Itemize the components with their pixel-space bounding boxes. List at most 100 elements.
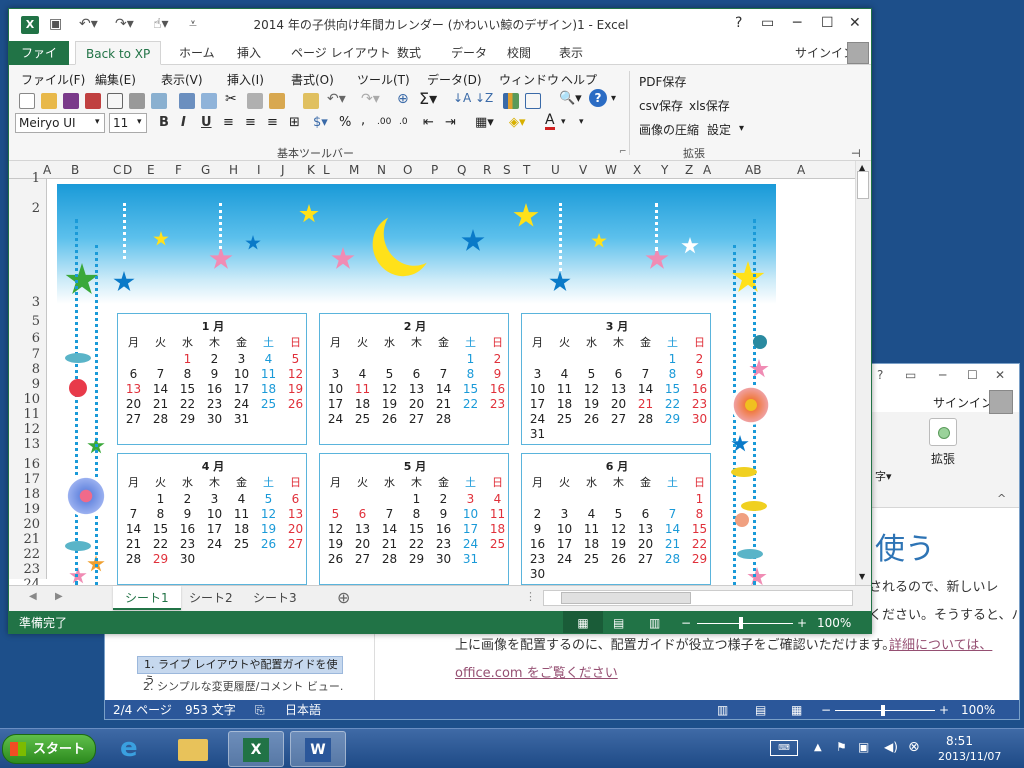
day-cell[interactable]: 21 (120, 537, 147, 551)
scroll-down-icon[interactable]: ▼ (859, 572, 865, 581)
day-cell[interactable]: 10 (228, 367, 255, 381)
day-cell[interactable]: 28 (659, 552, 686, 566)
day-cell[interactable]: 15 (686, 522, 713, 536)
permission-icon[interactable] (85, 93, 101, 109)
day-cell[interactable]: 22 (147, 537, 174, 551)
page-layout-icon[interactable]: ▤ (613, 611, 624, 633)
row-header[interactable]: 13 (23, 437, 40, 452)
day-cell[interactable]: 17 (201, 522, 228, 536)
day-cell[interactable]: 24 (228, 397, 255, 411)
day-cell[interactable]: 28 (120, 552, 147, 566)
day-cell[interactable]: 9 (174, 507, 201, 521)
day-cell[interactable]: 9 (430, 507, 457, 521)
spelling-icon[interactable] (179, 93, 195, 109)
day-cell[interactable]: 12 (255, 507, 282, 521)
day-cell[interactable]: 22 (659, 397, 686, 411)
zoom-slider-thumb[interactable] (881, 705, 885, 716)
day-cell[interactable]: 18 (255, 382, 282, 396)
day-cell[interactable]: 26 (578, 412, 605, 426)
touch-mode-icon[interactable]: ☝▾ (153, 16, 169, 32)
day-cell[interactable]: 18 (578, 537, 605, 551)
day-cell[interactable]: 28 (147, 412, 174, 426)
print-icon[interactable] (129, 93, 145, 109)
zoom-slider-thumb[interactable] (739, 617, 743, 629)
col-header[interactable]: E (147, 163, 155, 177)
day-cell[interactable]: 12 (605, 522, 632, 536)
day-cell[interactable]: 3 (322, 367, 349, 381)
col-header[interactable]: Q (457, 163, 466, 177)
minimize-icon[interactable]: ─ (793, 15, 801, 31)
doc-link-office[interactable]: office.com をご覧ください (455, 662, 618, 681)
menu-help[interactable]: ヘルプ (561, 71, 597, 88)
day-cell[interactable]: 31 (457, 552, 484, 566)
row-header[interactable]: 7 (32, 347, 40, 362)
day-cell[interactable]: 16 (686, 382, 713, 396)
day-cell[interactable]: 28 (376, 552, 403, 566)
excel-logo-icon[interactable]: X (21, 16, 39, 34)
day-cell[interactable]: 10 (551, 522, 578, 536)
day-cell[interactable]: 7 (659, 507, 686, 521)
word-zoom-level[interactable]: 100% (961, 700, 995, 719)
day-cell[interactable]: 10 (457, 507, 484, 521)
ribbon-display-icon[interactable]: ▭ (905, 368, 916, 382)
open-folder-icon[interactable] (41, 93, 57, 109)
day-cell[interactable]: 7 (120, 507, 147, 521)
help-icon[interactable]: ? (877, 368, 883, 382)
align-left-icon[interactable]: ≡ (223, 115, 234, 130)
email-icon[interactable] (107, 93, 123, 109)
excel-window[interactable]: 2014 年の子供向け年間カレンダー (かわいい鯨のデザイン)1 - Excel… (8, 8, 872, 634)
day-cell[interactable]: 7 (147, 367, 174, 381)
row-header[interactable]: 3 (32, 295, 40, 310)
excel-taskbar-button[interactable]: X (228, 731, 284, 767)
day-cell[interactable]: 9 (686, 367, 713, 381)
ruby-icon[interactable]: 字▾ (875, 468, 892, 484)
borders-icon[interactable]: ▦▾ (475, 115, 494, 130)
day-cell[interactable]: 23 (174, 537, 201, 551)
font-name-chevron-icon[interactable]: ▾ (95, 117, 100, 127)
save-icon[interactable]: ▣ (49, 16, 62, 32)
day-cell[interactable]: 5 (255, 492, 282, 506)
currency-icon[interactable]: $▾ (313, 115, 328, 130)
day-cell[interactable]: 26 (322, 552, 349, 566)
day-cell[interactable]: 11 (255, 367, 282, 381)
day-cell[interactable]: 27 (282, 537, 309, 551)
bold-button[interactable]: B (159, 115, 169, 130)
tab-file[interactable]: ファイル (9, 41, 69, 84)
day-cell[interactable]: 14 (120, 522, 147, 536)
menu-file[interactable]: ファイル(F) (21, 71, 85, 88)
day-cell[interactable]: 23 (201, 397, 228, 411)
col-header[interactable]: Z (685, 163, 693, 177)
day-cell[interactable]: 12 (282, 367, 309, 381)
row-header[interactable]: 17 (23, 472, 40, 487)
comma-icon[interactable]: , (361, 113, 365, 128)
align-right-icon[interactable]: ≡ (267, 115, 278, 130)
pin-ribbon-icon[interactable]: ⊣ (851, 147, 861, 160)
prev-sheet-icon[interactable]: ◀ (29, 591, 37, 602)
menu-tools[interactable]: ツール(T) (357, 71, 410, 88)
day-cell[interactable]: 1 (403, 492, 430, 506)
day-cell[interactable]: 7 (430, 367, 457, 381)
font-color-chevron-icon[interactable]: ▾ (561, 117, 566, 127)
day-cell[interactable]: 25 (349, 412, 376, 426)
toolbar-options-icon[interactable]: ▾ (579, 117, 584, 127)
col-header[interactable]: N (377, 163, 386, 177)
day-cell[interactable]: 24 (322, 412, 349, 426)
day-cell[interactable]: 12 (578, 382, 605, 396)
col-header[interactable]: U (551, 163, 560, 177)
day-cell[interactable]: 14 (147, 382, 174, 396)
day-cell[interactable]: 1 (457, 352, 484, 366)
day-cell[interactable]: 31 (524, 427, 551, 441)
day-cell[interactable]: 3 (457, 492, 484, 506)
day-cell[interactable]: 14 (430, 382, 457, 396)
sort-asc-icon[interactable]: ↓A (453, 91, 471, 105)
day-cell[interactable]: 17 (524, 397, 551, 411)
day-cell[interactable]: 8 (686, 507, 713, 521)
merge-center-icon[interactable]: ⊞ (289, 115, 300, 130)
settings-button[interactable]: 設定 (707, 121, 731, 138)
day-cell[interactable]: 24 (457, 537, 484, 551)
day-cell[interactable]: 2 (201, 352, 228, 366)
settings-chevron-icon[interactable]: ▾ (739, 123, 744, 134)
word-taskbar-button[interactable]: W (290, 731, 346, 767)
day-cell[interactable]: 23 (686, 397, 713, 411)
increase-indent-icon[interactable]: ⇥ (445, 115, 456, 130)
